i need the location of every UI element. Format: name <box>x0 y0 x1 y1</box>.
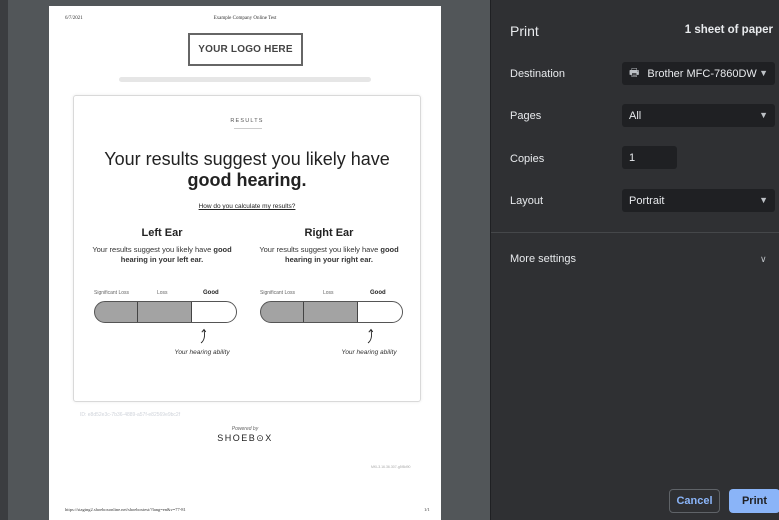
left-ear-desc-text: Your results suggest you likely have <box>92 245 214 254</box>
left-edge-strip <box>0 0 8 520</box>
right-ear-desc-text: Your results suggest you likely have <box>259 245 381 254</box>
header-title: Example Company Online Test <box>213 16 277 21</box>
results-headline: Your results suggest you likely have goo… <box>74 149 420 191</box>
result-id: ID: e8d52e3c-7b36-4889-a57f-e82569e9bc2f <box>80 412 181 418</box>
right-ear-section: Right Ear Your results suggest you likel… <box>257 227 401 265</box>
cancel-button[interactable]: Cancel <box>669 489 720 513</box>
right-ear-description: Your results suggest you likely have goo… <box>257 245 401 265</box>
more-settings-toggle[interactable]: More settings <box>510 253 576 265</box>
footer-page-number: 1/1 <box>424 507 430 512</box>
right-hearing-meter <box>260 301 403 323</box>
version-text: MKL3.16.36.307-g5f8d90 <box>371 465 411 469</box>
right-ability-arrow-icon <box>367 328 374 344</box>
footer-url: https://staging2.shoeboxonline.net/shoeb… <box>65 507 186 512</box>
printer-icon: 🖶 <box>629 67 640 79</box>
headline-line2: good hearing. <box>187 170 307 190</box>
scale-significant-loss: Significant Loss <box>94 290 130 296</box>
destination-select[interactable]: 🖶 Brother MFC-7860DW ▼ <box>622 62 775 85</box>
chevron-down-icon: ▼ <box>759 68 768 78</box>
pages-select[interactable]: All ▼ <box>622 104 775 127</box>
calculate-results-link[interactable]: How do you calculate my results? <box>74 203 420 210</box>
pages-value: All <box>629 109 642 122</box>
layout-select[interactable]: Portrait ▼ <box>622 189 775 212</box>
copies-label: Copies <box>510 153 545 165</box>
brand-logo: SHOEB⊙X <box>217 433 273 443</box>
results-divider <box>234 128 262 129</box>
left-ear-title: Left Ear <box>141 227 183 239</box>
logo-placeholder: YOUR LOGO HERE <box>188 33 303 66</box>
sheet-count: 1 sheet of paper <box>684 24 773 36</box>
right-ability-label: Your hearing ability <box>341 349 397 356</box>
layout-value: Portrait <box>629 194 665 207</box>
print-button[interactable]: Print <box>729 489 779 513</box>
scale-good: Good <box>370 290 386 296</box>
chevron-down-icon: ▼ <box>759 195 768 205</box>
right-scale-labels: Significant Loss Loss Good <box>260 290 404 298</box>
left-scale-labels: Significant Loss Loss Good <box>94 290 238 298</box>
meter-divider <box>137 302 138 322</box>
print-settings-panel: Print 1 sheet of paper Destination 🖶 Bro… <box>490 0 779 520</box>
preview-page: 6/7/2021 Example Company Online Test YOU… <box>49 6 441 520</box>
scale-loss: Loss <box>323 290 334 296</box>
powered-by: Powered by <box>231 426 259 432</box>
headline-line1: Your results suggest you likely have <box>104 149 390 169</box>
pages-label: Pages <box>510 110 542 122</box>
results-label: RESULTS <box>230 118 264 124</box>
chevron-down-icon: ▼ <box>759 110 768 120</box>
left-ear-section: Left Ear Your results suggest you likely… <box>90 227 234 265</box>
scale-loss: Loss <box>157 290 168 296</box>
right-ear-title: Right Ear <box>304 227 354 239</box>
left-hearing-meter <box>94 301 237 323</box>
results-card: RESULTS Your results suggest you likely … <box>73 95 421 402</box>
meter-good-zone <box>357 302 402 322</box>
left-ability-label: Your hearing ability <box>174 349 230 356</box>
scale-good: Good <box>203 290 219 296</box>
meter-good-zone <box>191 302 236 322</box>
left-ability-arrow-icon <box>200 328 207 344</box>
panel-divider <box>491 232 779 233</box>
destination-label: Destination <box>510 68 566 80</box>
layout-label: Layout <box>510 195 544 207</box>
copies-input[interactable]: 1 <box>622 146 677 169</box>
panel-title: Print <box>510 23 539 39</box>
chevron-down-icon[interactable]: ∨ <box>760 254 767 265</box>
left-ear-description: Your results suggest you likely have goo… <box>90 245 234 265</box>
progress-bar <box>119 77 371 82</box>
destination-value: Brother MFC-7860DW <box>647 67 757 80</box>
meter-divider <box>303 302 304 322</box>
scale-significant-loss: Significant Loss <box>260 290 296 296</box>
